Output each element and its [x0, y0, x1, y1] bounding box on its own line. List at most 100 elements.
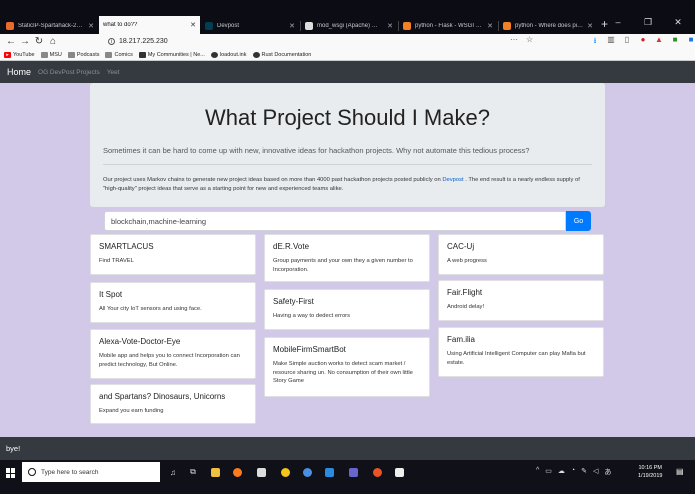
- forward-arrow-icon[interactable]: →: [18, 36, 32, 47]
- project-card: dE.R.Vote Group payments and your own th…: [264, 234, 430, 282]
- bookmark-msu[interactable]: MSU: [40, 51, 62, 58]
- lead-text: Sometimes it can be hard to come up with…: [103, 146, 530, 155]
- bookmark-comics[interactable]: Comics: [105, 51, 133, 58]
- bookmark-youtube[interactable]: ▸ YouTube: [4, 51, 35, 58]
- project-card: MobileFirmSmartBot Make Simple auction w…: [264, 337, 430, 397]
- library-icon[interactable]: ▥: [606, 35, 616, 49]
- task-view-icon[interactable]: ⧉: [186, 466, 200, 478]
- bookmark-label: MSU: [49, 51, 62, 58]
- tab-close-icon[interactable]: ✕: [88, 22, 94, 30]
- bookmark-label: loadout.ink: [219, 51, 247, 58]
- language-icon[interactable]: あ: [604, 467, 611, 477]
- lastpass-icon[interactable]: ●: [638, 35, 648, 49]
- page-actions-icon[interactable]: ···: [510, 35, 518, 44]
- tab-label: StaticIP-Spartahack-2019 | Lo: [18, 23, 85, 29]
- tab-devpost[interactable]: Devpost ✕: [201, 18, 299, 34]
- sidebar-icon[interactable]: ▯: [622, 35, 632, 49]
- extension-blue-icon[interactable]: ■: [686, 35, 695, 49]
- card-text: Group payments and your own they a given…: [273, 258, 413, 273]
- home-icon[interactable]: ⌂: [46, 36, 60, 47]
- communities-icon: [138, 51, 146, 58]
- bookmark-label: My Communities | Ne...: [147, 51, 205, 58]
- microphone-icon[interactable]: ♫: [166, 466, 180, 478]
- project-card: CAC-Uj A web progress: [438, 234, 604, 275]
- lock-extension-icon[interactable]: ▲: [654, 35, 664, 49]
- tab-flask-wsgi[interactable]: python - Flask - WSGI - No m ✕: [399, 18, 497, 34]
- tab-close-icon[interactable]: ✕: [487, 22, 493, 30]
- file-explorer-icon[interactable]: [208, 466, 222, 478]
- tab-close-icon[interactable]: ✕: [387, 22, 393, 30]
- taskbar-search-box[interactable]: Type here to search: [22, 462, 160, 482]
- toolbar-icons: ⭳ ▥ ▯ ● ▲ ■ ■ ≡: [590, 35, 695, 49]
- back-arrow-icon[interactable]: ←: [4, 36, 18, 47]
- volume-icon[interactable]: ◁: [593, 467, 598, 477]
- bookmark-label: Comics: [114, 51, 133, 58]
- tab-close-icon[interactable]: ✕: [289, 22, 295, 30]
- url-bar[interactable]: i 18.217.225.230: [108, 36, 532, 47]
- reload-icon[interactable]: ↻: [32, 36, 46, 47]
- go-button[interactable]: Go: [566, 211, 591, 231]
- taskbar-clock[interactable]: 10:16 PM 1/19/2019: [638, 464, 662, 480]
- card-title: Safety-First: [273, 297, 314, 306]
- devpost-link[interactable]: Devpost: [442, 177, 463, 183]
- tab-pip[interactable]: python - Where does pip ins ✕: [499, 18, 597, 34]
- firefox-icon[interactable]: [230, 466, 244, 478]
- network-icon[interactable]: ▭: [545, 467, 552, 477]
- vscode-icon[interactable]: [322, 466, 336, 478]
- windows-start-icon[interactable]: [6, 468, 16, 478]
- chrome-icon[interactable]: [300, 466, 314, 478]
- nav-og-devpost-link[interactable]: OG DevPost Projects: [38, 69, 100, 76]
- bookmark-label: Rust Documentation: [261, 51, 312, 58]
- ubuntu-icon[interactable]: [370, 466, 384, 478]
- bookmark-rust-docs[interactable]: Rust Documentation: [252, 51, 312, 58]
- minimize-button[interactable]: –: [603, 17, 633, 27]
- chevron-up-icon[interactable]: ^: [536, 467, 539, 477]
- notifications-icon[interactable]: ▤: [676, 467, 684, 476]
- nav-yeet-link[interactable]: Yeet: [107, 69, 120, 76]
- pen-icon[interactable]: ✎: [581, 467, 587, 477]
- flask-favicon-icon: [305, 22, 313, 30]
- page-title: What Project Should I Make?: [205, 105, 490, 130]
- store-icon[interactable]: [254, 466, 268, 478]
- project-card: SMARTLACUS Find TRAVEL: [90, 234, 256, 275]
- tab-favicon-icon: [6, 22, 14, 30]
- tab-what-to-do[interactable]: what to do?? ✕: [99, 16, 200, 34]
- bookmark-podcasts[interactable]: Podcasts: [67, 51, 99, 58]
- jumbotron: What Project Should I Make? Sometimes it…: [90, 83, 605, 207]
- python-icon[interactable]: [278, 466, 292, 478]
- globe-icon: [210, 51, 218, 58]
- search-input[interactable]: [104, 211, 566, 231]
- maximize-button[interactable]: ❐: [633, 17, 663, 28]
- card-title: It Spot: [99, 290, 123, 299]
- photos-icon[interactable]: [392, 466, 406, 478]
- cloud-icon[interactable]: ☁: [558, 467, 565, 477]
- site-footer: bye!: [0, 437, 695, 460]
- clock-date: 1/19/2019: [638, 473, 663, 479]
- bookmark-loadout[interactable]: loadout.ink: [210, 51, 247, 58]
- tab-close-icon[interactable]: ✕: [587, 22, 593, 30]
- browser-tab-strip: StaticIP-Spartahack-2019 | Lo ✕ what to …: [0, 0, 695, 34]
- terminal-icon[interactable]: [346, 466, 360, 478]
- site-info-icon[interactable]: i: [108, 38, 115, 45]
- tab-label: mod_wsgi (Apache) — Flask: [317, 23, 384, 29]
- tab-staticip[interactable]: StaticIP-Spartahack-2019 | Lo ✕: [2, 18, 98, 34]
- close-window-button[interactable]: ✕: [663, 17, 693, 28]
- tab-label: python - Where does pip ins: [515, 23, 584, 29]
- card-title: Fam.ilia: [447, 335, 476, 344]
- url-actions: ··· ☆: [510, 35, 533, 44]
- footer-text: bye!: [6, 444, 21, 453]
- wifi-icon[interactable]: ◔: [571, 467, 575, 477]
- tab-mod-wsgi[interactable]: mod_wsgi (Apache) — Flask ✕: [301, 18, 397, 34]
- tab-label: what to do??: [103, 22, 138, 28]
- tab-close-icon[interactable]: ✕: [190, 21, 196, 29]
- extension-icon[interactable]: ■: [670, 35, 680, 49]
- cortana-icon: [28, 468, 36, 476]
- bookmark-my-communities[interactable]: My Communities | Ne...: [138, 51, 205, 58]
- nav-home-link[interactable]: Home: [7, 67, 31, 77]
- card-title: SMARTLACUS: [99, 242, 154, 251]
- bookmark-star-icon[interactable]: ☆: [526, 35, 533, 44]
- project-card: Fair.Flight Android delay!: [438, 280, 604, 321]
- stackoverflow-favicon-icon: [503, 22, 511, 30]
- url-text: 18.217.225.230: [119, 38, 168, 45]
- download-icon[interactable]: ⭳: [590, 35, 600, 49]
